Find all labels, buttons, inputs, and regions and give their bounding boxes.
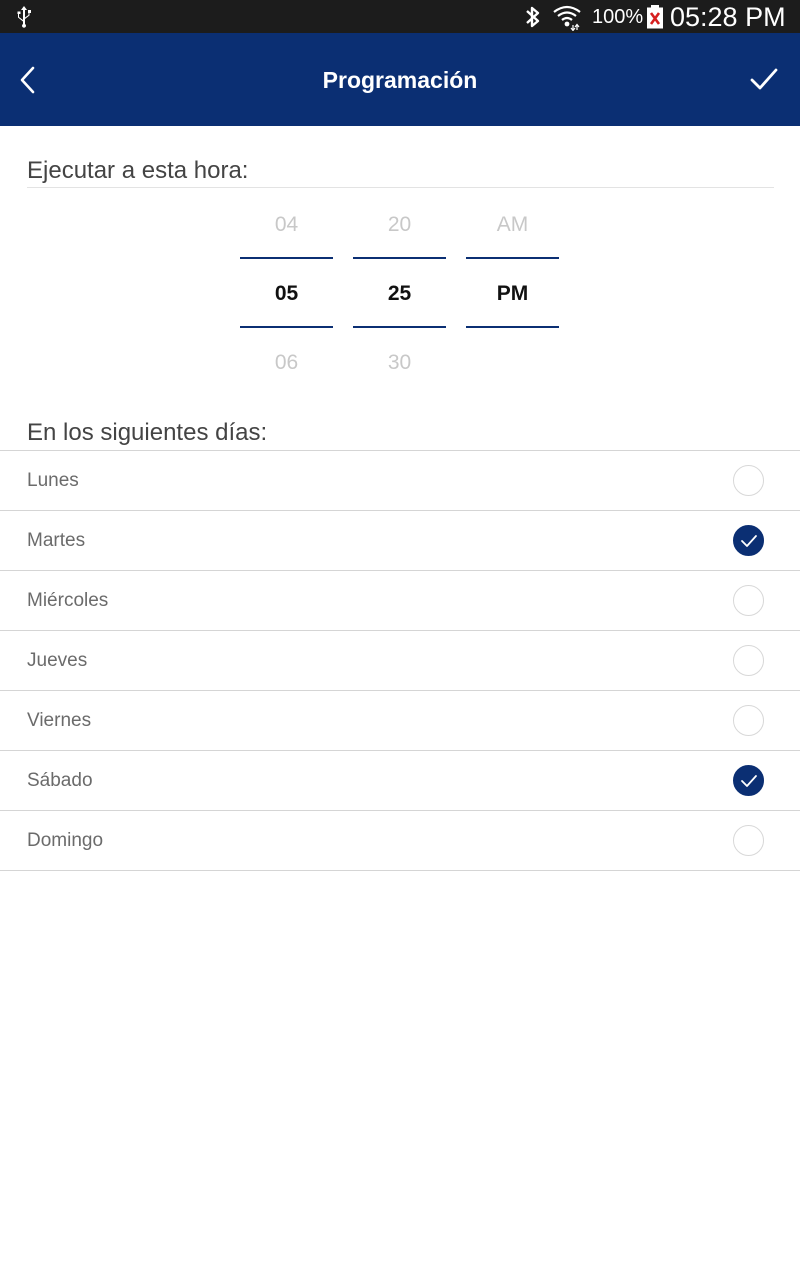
bluetooth-icon [526,6,540,28]
picker-line [466,326,559,328]
battery-icon [647,5,663,29]
picker-line [466,257,559,259]
minute-selected-value[interactable]: 25 [353,281,446,307]
check-icon [741,775,757,787]
minute-prev-value[interactable]: 20 [353,212,446,238]
wifi-icon [553,5,581,31]
day-label: Martes [27,530,86,551]
day-row-viernes[interactable]: Viernes [0,690,800,750]
day-row-jueves[interactable]: Jueves [0,630,800,690]
day-checkbox[interactable] [733,645,764,676]
ampm-prev-value[interactable]: AM [466,212,559,238]
days-section-heading: En los siguientes días: [27,419,268,446]
battery-percent: 100% [592,6,644,28]
day-label: Jueves [27,650,88,671]
day-label: Domingo [27,830,104,851]
day-label: Sábado [27,770,93,791]
day-list: Lunes Martes Miércoles Jueves Viernes Sá… [0,450,800,871]
picker-line [240,326,333,328]
check-icon [750,68,778,90]
hour-selected-value[interactable]: 05 [240,281,333,307]
ampm-picker[interactable]: AM PM [466,200,559,390]
hour-picker[interactable]: 04 05 06 [240,200,333,390]
day-checkbox[interactable] [733,825,764,856]
ampm-selected-value[interactable]: PM [466,281,559,307]
day-label: Miércoles [27,590,109,611]
day-checkbox[interactable] [733,585,764,616]
divider [27,187,774,188]
day-checkbox[interactable] [733,765,764,796]
confirm-button[interactable] [742,57,786,101]
hour-next-value[interactable]: 06 [240,350,333,376]
picker-line [240,257,333,259]
day-row-domingo[interactable]: Domingo [0,810,800,871]
minute-next-value[interactable]: 30 [353,350,446,376]
status-clock: 05:28 PM [670,2,786,32]
day-row-miercoles[interactable]: Miércoles [0,570,800,630]
day-row-sabado[interactable]: Sábado [0,750,800,810]
hour-prev-value[interactable]: 04 [240,212,333,238]
day-row-lunes[interactable]: Lunes [0,450,800,510]
time-section-heading: Ejecutar a esta hora: [27,157,249,184]
day-label: Lunes [27,470,79,491]
app-toolbar: Programación [0,33,800,126]
day-checkbox[interactable] [733,525,764,556]
picker-line [353,326,446,328]
day-label: Viernes [27,710,92,731]
usb-icon [17,6,31,28]
day-row-martes[interactable]: Martes [0,510,800,570]
status-bar: 100% 05:28 PM [0,0,800,33]
picker-line [353,257,446,259]
page-title: Programación [322,67,478,93]
minute-picker[interactable]: 20 25 30 [353,200,446,390]
day-checkbox[interactable] [733,705,764,736]
check-icon [741,535,757,547]
day-checkbox[interactable] [733,465,764,496]
